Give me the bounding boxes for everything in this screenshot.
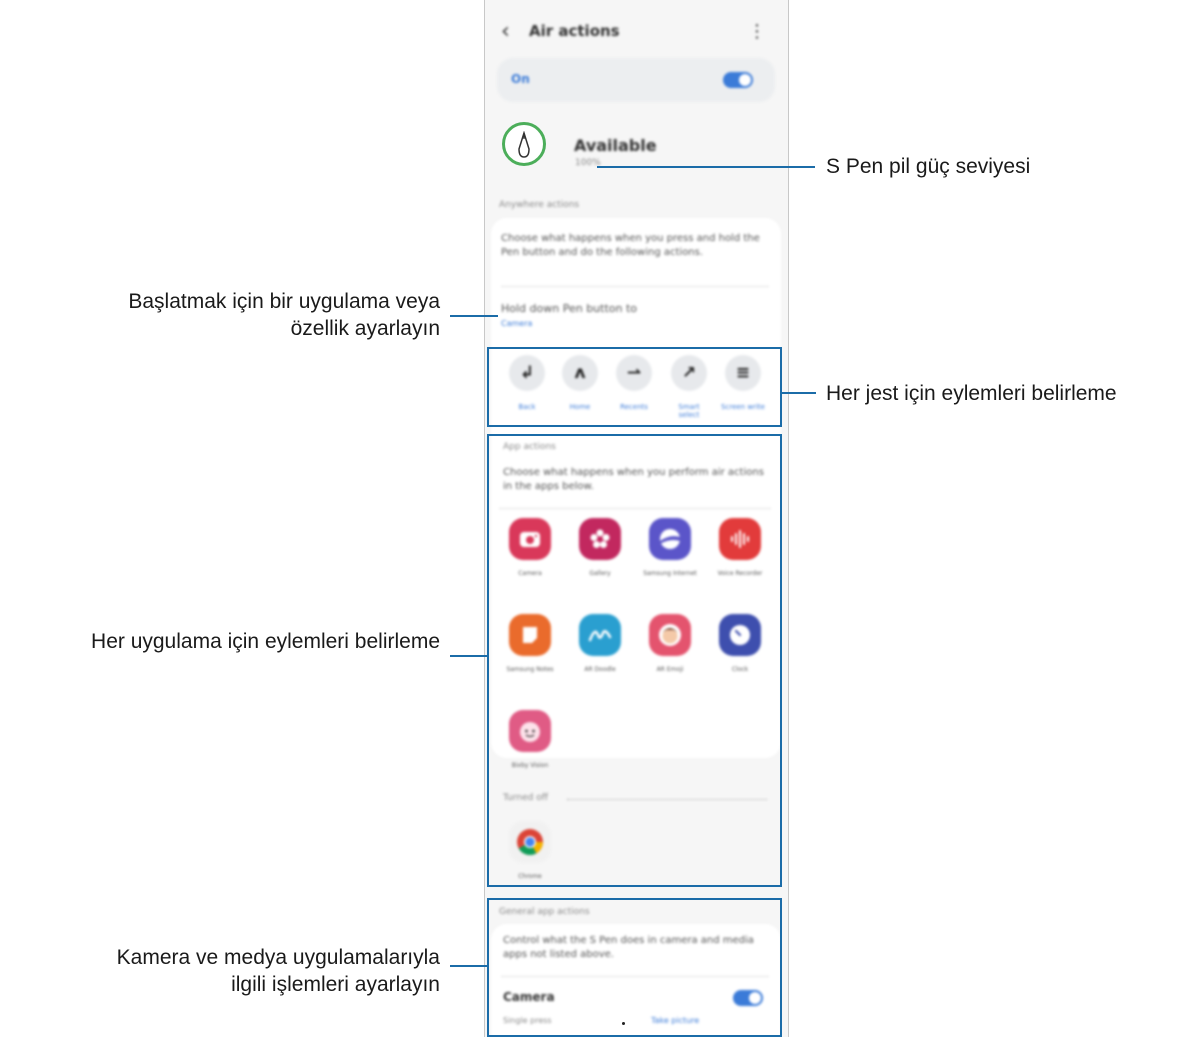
hold-value: Camera bbox=[501, 319, 533, 328]
back-arrow-icon[interactable]: ‹ bbox=[501, 18, 519, 46]
hold-callout: Başlatmak için bir uygulama veya özellik… bbox=[128, 288, 440, 342]
media-callout-line2: ilgili işlemleri ayarlayın bbox=[231, 973, 440, 996]
gesture-callout-frame bbox=[487, 347, 782, 427]
general-callout-frame bbox=[487, 898, 782, 1037]
anywhere-header: Anywhere actions bbox=[499, 200, 580, 210]
anywhere-description: Choose what happens when you press and h… bbox=[501, 233, 760, 258]
gesture-callout: Her jest için eylemleri belirleme bbox=[826, 382, 1117, 405]
hold-callout-line bbox=[450, 315, 498, 317]
battery-callout-line bbox=[597, 166, 815, 168]
apps-callout: Her uygulama için eylemleri belirleme bbox=[91, 630, 440, 653]
master-switch-row[interactable]: On bbox=[497, 58, 775, 102]
more-options-icon[interactable]: ⋮ bbox=[748, 19, 766, 45]
media-callout-line1: Kamera ve medya uygulamalarıyla bbox=[116, 946, 440, 969]
apps-callout-line bbox=[450, 655, 487, 657]
hold-callout-line2: özellik ayarlayın bbox=[290, 317, 440, 340]
battery-callout: S Pen pil güç seviyesi bbox=[826, 155, 1031, 178]
master-toggle[interactable] bbox=[723, 72, 753, 88]
divider bbox=[501, 286, 769, 287]
s-pen-icon bbox=[518, 131, 530, 158]
general-callout-line bbox=[450, 965, 487, 967]
apps-callout-frame bbox=[487, 434, 782, 887]
hold-title: Hold down Pen button to bbox=[501, 302, 638, 315]
gesture-callout-line bbox=[782, 392, 816, 394]
s-pen-battery-ring bbox=[502, 122, 546, 166]
media-callout: Kamera ve medya uygulamalarıyla ilgili i… bbox=[117, 944, 440, 998]
master-switch-label: On bbox=[511, 72, 530, 86]
app-bar: ‹ Air actions ⋮ bbox=[485, 14, 788, 50]
screen-title: Air actions bbox=[529, 22, 620, 40]
battery-title: Available bbox=[574, 136, 657, 155]
hold-callout-line1: Başlatmak için bir uygulama veya bbox=[128, 290, 440, 313]
